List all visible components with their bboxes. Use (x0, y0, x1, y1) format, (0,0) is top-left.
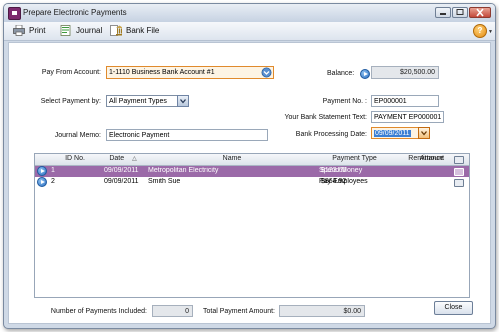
window-controls (434, 7, 491, 18)
row-id: 2 (51, 178, 55, 185)
balance-value: $20,500.00 (399, 69, 435, 76)
close-window-button[interactable] (469, 7, 491, 18)
toolbar: Print Journal Bank File ? ▼ (4, 22, 495, 41)
col-id[interactable]: ID No. (49, 155, 101, 162)
help-button[interactable]: ? (473, 24, 487, 38)
print-label: Print (29, 26, 46, 35)
num-payments-value: 0 (185, 308, 189, 315)
num-payments-field: 0 (152, 305, 193, 317)
row-amount: $123.65 (321, 167, 347, 174)
total-amount-field: $0.00 (279, 305, 365, 317)
help-dropdown-icon[interactable]: ▼ (488, 29, 493, 35)
row-select-arrow-icon[interactable] (37, 177, 47, 187)
payment-no-value: EP000001 (374, 98, 407, 105)
journal-icon (60, 25, 71, 36)
row-name: Smith Sue (148, 178, 181, 185)
col-payment-type[interactable]: Payment Type (317, 155, 392, 162)
help-icon: ? (477, 26, 483, 35)
chevron-down-icon (421, 131, 427, 136)
table-row[interactable]: 2 09/09/2011 Smith Sue Pay Employees $86… (35, 177, 469, 188)
row-id: 1 (51, 167, 55, 174)
bank-file-icon (110, 25, 122, 36)
column-chooser-icon[interactable] (454, 156, 464, 164)
bank-file-button[interactable]: Bank File (110, 25, 159, 36)
printer-icon (13, 25, 25, 36)
remittance-cell[interactable] (454, 179, 464, 187)
balance-field: $20,500.00 (371, 66, 439, 79)
col-date[interactable]: Date △ (101, 155, 145, 162)
select-payment-value: All Payment Types (109, 98, 167, 105)
col-name[interactable]: Name (147, 155, 317, 162)
journal-memo-value: Electronic Payment (109, 132, 170, 139)
row-name: Metropolitan Electricity (148, 167, 219, 174)
num-payments-label: Number of Payments Included: (50, 308, 147, 315)
balance-label: Balance: (327, 70, 355, 77)
processing-date-label: Bank Processing Date: (295, 131, 367, 138)
col-date-label: Date (109, 155, 125, 162)
col-remittance[interactable]: Remittance (400, 155, 452, 162)
journal-button[interactable]: Journal (60, 25, 102, 36)
payment-no-label: Payment No. : (322, 98, 367, 105)
close-icon (476, 8, 484, 17)
processing-date-value: 09/09/2011 (374, 130, 411, 137)
payments-table: ID No. Date △ Name Payment Type Amount R… (34, 153, 470, 298)
table-header: ID No. Date △ Name Payment Type Amount R… (35, 154, 469, 166)
prepare-electronic-payments-window: Prepare Electronic Payments Print Journa… (3, 3, 496, 329)
journal-memo-field[interactable]: Electronic Payment (106, 129, 268, 141)
row-amount: $864.92 (321, 178, 347, 185)
statement-text-label: Your Bank Statement Text: (284, 114, 368, 121)
pay-from-value: 1-1110 Business Bank Account #1 (109, 69, 215, 76)
statement-text-field[interactable]: PAYMENT EP000001 (371, 111, 444, 123)
print-button[interactable]: Print (13, 25, 45, 36)
total-amount-value: $0.00 (343, 308, 361, 315)
remittance-cell[interactable] (454, 168, 464, 176)
minimize-icon (440, 13, 446, 15)
maximize-icon (456, 9, 464, 15)
app-icon (8, 7, 21, 20)
pay-from-label: Pay From Account: (41, 69, 101, 76)
row-select-arrow-icon[interactable] (37, 166, 47, 176)
close-button[interactable]: Close (434, 301, 473, 315)
main-panel: Pay From Account: 1-1110 Business Bank A… (8, 42, 491, 324)
total-amount-label: Total Payment Amount: (203, 308, 275, 315)
table-row[interactable]: 1 09/09/2011 Metropolitan Electricity Sp… (35, 166, 469, 177)
select-payment-dropdown-button[interactable] (177, 95, 189, 107)
pay-from-account-field[interactable]: 1-1110 Business Bank Account #1 (106, 66, 274, 79)
minimize-button[interactable] (435, 7, 451, 18)
bank-file-label: Bank File (126, 26, 160, 35)
payment-no-field[interactable]: EP000001 (371, 95, 439, 107)
balance-arrow-icon[interactable] (360, 69, 370, 79)
statement-text-value: PAYMENT EP000001 (374, 114, 442, 121)
journal-memo-label: Journal Memo: (54, 132, 101, 139)
row-date: 09/09/2011 (104, 167, 139, 174)
window-title: Prepare Electronic Payments (23, 8, 127, 17)
journal-label: Journal (76, 26, 103, 35)
chevron-down-icon (261, 67, 272, 78)
select-payment-label: Select Payment by: (40, 98, 101, 105)
chevron-down-icon (180, 99, 186, 104)
title-bar: Prepare Electronic Payments (4, 4, 495, 22)
row-date: 09/09/2011 (104, 178, 139, 185)
pay-from-dropdown-button[interactable] (261, 67, 272, 78)
calendar-button[interactable] (418, 127, 430, 139)
maximize-button[interactable] (452, 7, 468, 18)
sort-ascending-icon: △ (132, 156, 137, 162)
